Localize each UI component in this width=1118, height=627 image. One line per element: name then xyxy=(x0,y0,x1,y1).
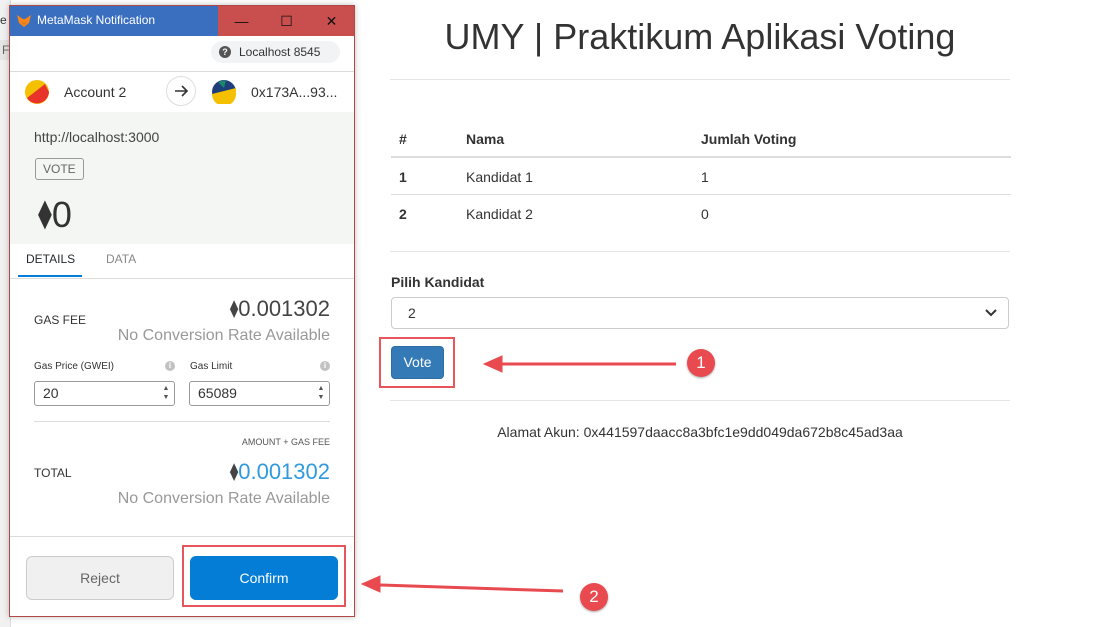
ethereum-icon: ⧫ xyxy=(229,299,239,318)
gas-price-label: Gas Price (GWEI) xyxy=(34,361,115,372)
network-name: Localhost 8545 xyxy=(239,45,321,59)
column-header-jumlah: Jumlah Voting xyxy=(701,131,797,147)
pilih-kandidat-label: Pilih Kandidat xyxy=(391,274,485,290)
arrow-right-icon xyxy=(175,85,189,97)
annotation-badge-1: 1 xyxy=(687,349,715,377)
total-conversion: No Conversion Rate Available xyxy=(117,490,330,507)
column-header-nama: Nama xyxy=(466,131,505,147)
kandidat-select-value: 2 xyxy=(408,305,416,321)
row-1-name: Kandidat 1 xyxy=(466,169,533,185)
gas-limit-input[interactable]: 65089 ▲ ▼ xyxy=(189,381,330,406)
minimize-button[interactable]: — xyxy=(219,6,264,36)
tab-details[interactable]: DETAILS xyxy=(26,252,75,266)
gas-limit-label: Gas Limit xyxy=(190,361,233,372)
confirm-button-highlight xyxy=(182,545,346,607)
footer-divider xyxy=(10,536,354,537)
origin-url: http://localhost:3000 xyxy=(34,129,160,145)
question-icon: ? xyxy=(219,46,231,58)
reject-button[interactable]: Reject xyxy=(26,556,174,600)
gas-fee-value: 0.001302 xyxy=(238,296,330,321)
to-account-avatar xyxy=(212,80,236,104)
gas-price-stepper[interactable]: ▲ ▼ xyxy=(161,384,171,403)
annotation-badge-2: 2 xyxy=(580,583,608,611)
row-2-number: 2 xyxy=(399,206,407,222)
table-divider xyxy=(390,251,1010,252)
gas-fee-conversion: No Conversion Rate Available xyxy=(117,327,330,344)
gas-price-value: 20 xyxy=(43,385,59,401)
row-divider xyxy=(391,194,1011,195)
column-header-number: # xyxy=(399,131,407,147)
info-icon[interactable]: i xyxy=(320,361,330,371)
gas-price-input[interactable]: 20 ▲ ▼ xyxy=(34,381,175,406)
title-divider xyxy=(390,79,1010,80)
gas-limit-value: 65089 xyxy=(198,385,237,401)
to-address: 0x173A...93... xyxy=(251,84,338,100)
total-amount: ⧫0.001302 xyxy=(230,459,330,485)
gas-limit-stepper[interactable]: ▲ ▼ xyxy=(316,384,326,403)
amount-value: 0 xyxy=(51,194,72,235)
window-titlebar[interactable]: MetaMask Notification — ☐ ✕ xyxy=(10,6,354,36)
ethereum-icon: ⧫ xyxy=(38,198,52,229)
transaction-amount: ⧫0 xyxy=(38,194,72,236)
row-2-votes: 0 xyxy=(701,206,709,222)
row-2-name: Kandidat 2 xyxy=(466,206,533,222)
window-title: MetaMask Notification xyxy=(37,13,156,27)
totals-divider xyxy=(34,421,330,422)
total-label: TOTAL xyxy=(34,466,72,480)
kandidat-select[interactable]: 2 xyxy=(391,297,1009,329)
candidates-table: # Nama Jumlah Voting 1 Kandidat 1 1 2 Ka… xyxy=(391,118,1011,252)
transfer-arrow xyxy=(166,76,196,106)
page-title: UMY | Praktikum Aplikasi Voting xyxy=(444,16,956,57)
active-tab-indicator xyxy=(18,275,82,277)
from-account-name: Account 2 xyxy=(64,84,127,100)
close-button[interactable]: ✕ xyxy=(309,6,354,36)
network-indicator[interactable]: ? Localhost 8545 xyxy=(211,41,340,63)
background-edge-text: e xyxy=(0,13,7,27)
method-tag: VOTE xyxy=(35,158,84,180)
metamask-fox-icon xyxy=(17,15,31,27)
metamask-window: MetaMask Notification — ☐ ✕ ? Localhost … xyxy=(9,5,355,617)
annotation-arrows xyxy=(360,355,676,593)
header-divider xyxy=(391,156,1011,158)
total-value: 0.001302 xyxy=(238,459,330,484)
chevron-down-icon xyxy=(985,309,997,317)
details-tabs: DETAILS DATA xyxy=(10,244,354,279)
row-1-votes: 1 xyxy=(701,169,709,185)
ethereum-icon: ⧫ xyxy=(229,462,239,481)
gas-fee-amount: ⧫0.001302 xyxy=(230,296,330,322)
arrow-1 xyxy=(482,355,676,373)
tab-data[interactable]: DATA xyxy=(106,252,136,266)
from-account-avatar xyxy=(25,80,49,104)
row-1-number: 1 xyxy=(399,169,407,185)
info-icon[interactable]: i xyxy=(165,361,175,371)
arrow-2 xyxy=(360,575,564,593)
amount-gas-label: AMOUNT + GAS FEE xyxy=(241,437,330,447)
gas-fee-label: GAS FEE xyxy=(34,313,87,327)
maximize-button[interactable]: ☐ xyxy=(264,6,309,36)
account-row: Account 2 0x173A...93... xyxy=(10,71,354,113)
